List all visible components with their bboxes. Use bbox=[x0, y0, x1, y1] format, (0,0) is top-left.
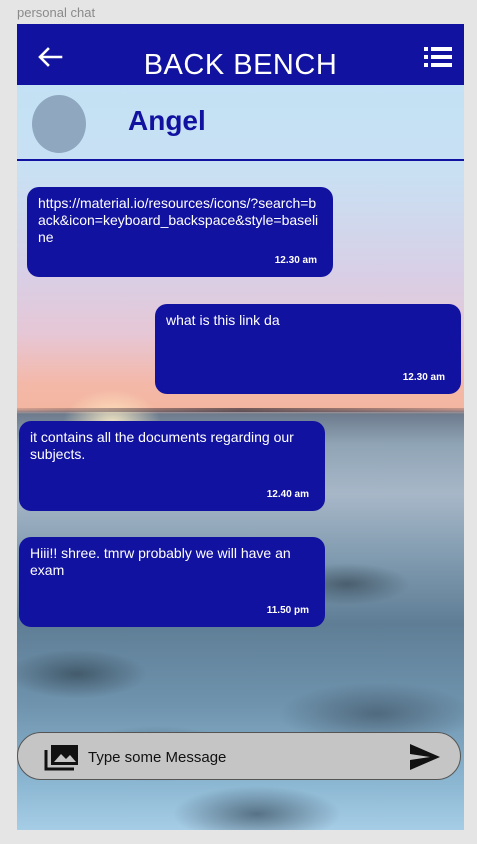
message-text: what is this link da bbox=[166, 312, 280, 328]
frame-label: personal chat bbox=[17, 5, 96, 20]
message-bubble-received[interactable]: https://material.io/resources/icons/?sea… bbox=[27, 187, 333, 277]
message-time: 12.30 am bbox=[274, 255, 317, 266]
message-time: 12.30 am bbox=[402, 372, 445, 383]
message-input[interactable] bbox=[86, 745, 390, 769]
message-text: it contains all the documents regarding … bbox=[30, 429, 294, 462]
photo-library-icon[interactable] bbox=[44, 743, 80, 771]
message-bubble-received[interactable]: Hiii!! shree. tmrw probably we will have… bbox=[19, 537, 325, 627]
message-time: 12.40 am bbox=[266, 489, 309, 500]
chat-screen: BACK BENCH Angel https://material.io/res… bbox=[17, 24, 464, 830]
contact-name: Angel bbox=[128, 105, 206, 136]
send-icon[interactable] bbox=[408, 741, 442, 773]
message-bubble-received[interactable]: it contains all the documents regarding … bbox=[19, 421, 325, 511]
app-header: BACK BENCH bbox=[17, 24, 464, 85]
message-time: 11.50 pm bbox=[266, 605, 309, 616]
app-title: BACK BENCH bbox=[143, 49, 338, 81]
message-text: https://material.io/resources/icons/?sea… bbox=[38, 195, 319, 245]
contact-bar[interactable]: Angel bbox=[17, 85, 464, 161]
background-horizon bbox=[17, 408, 464, 412]
message-composer bbox=[17, 732, 461, 780]
message-text: Hiii!! shree. tmrw probably we will have… bbox=[30, 545, 291, 578]
list-menu-icon[interactable] bbox=[422, 44, 454, 70]
message-bubble-sent[interactable]: what is this link da 12.30 am bbox=[155, 304, 461, 394]
avatar[interactable] bbox=[32, 95, 86, 153]
